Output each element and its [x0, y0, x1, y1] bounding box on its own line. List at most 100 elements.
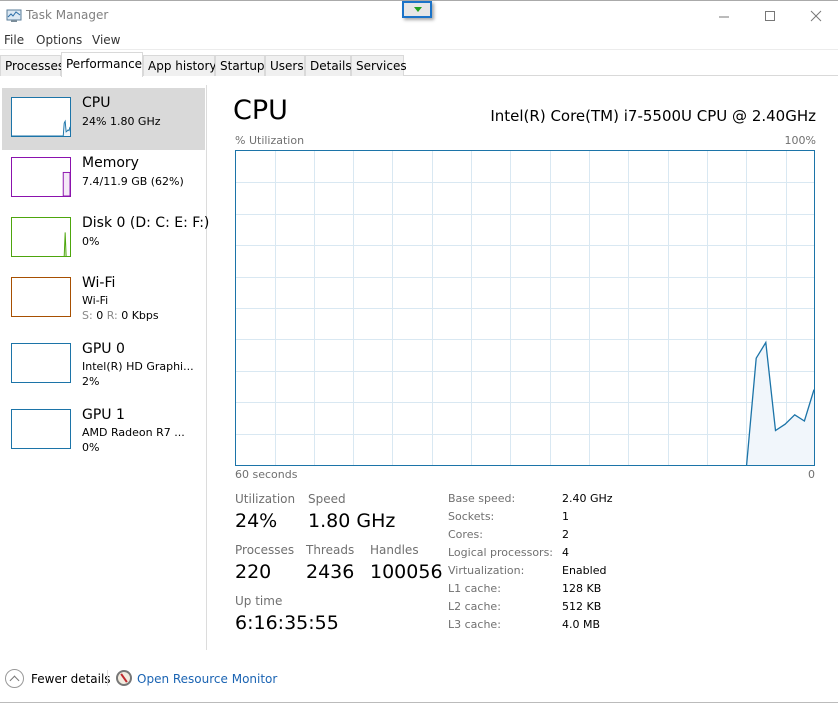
x-axis-end-label: 0 [808, 468, 815, 481]
sidebar-item-memory[interactable]: Memory 7.4/11.9 GB (62%) [2, 148, 205, 210]
resource-sidebar: CPU 24% 1.80 GHz Memory 7.4/11.9 GB (62%… [0, 85, 209, 650]
y-axis-label: % Utilization [235, 134, 305, 147]
handles-label: Handles [370, 543, 419, 557]
speed-value: 1.80 GHz [308, 510, 396, 532]
receive-value: 0 Kbps [121, 309, 159, 322]
cpu-utilization-area [746, 342, 814, 465]
memory-thumbnail-graph [11, 157, 71, 197]
fewer-details-button[interactable]: Fewer details [31, 672, 111, 686]
spec-value: Enabled [562, 564, 607, 577]
spec-value: 4.0 MB [562, 618, 601, 631]
spec-label: L2 cache: [448, 600, 501, 613]
sidebar-item-usage: 0% [82, 441, 100, 454]
sidebar-item-gpu-0[interactable]: GPU 0 Intel(R) HD Graphi... 2% [2, 334, 205, 400]
tab-performance[interactable]: Performance [61, 52, 143, 77]
disk-thumbnail-graph [11, 217, 71, 257]
spec-label: Cores: [448, 528, 483, 541]
menu-options[interactable]: Options [36, 33, 82, 47]
gpu0-thumbnail-graph [11, 343, 71, 383]
send-label: S: [82, 309, 93, 322]
threads-value: 2436 [306, 561, 355, 583]
sidebar-item-detail: AMD Radeon R7 ... [82, 426, 185, 439]
footer-bar: Fewer details Open Resource Monitor [0, 662, 838, 703]
menu-view[interactable]: View [92, 33, 120, 47]
utilization-label: Utilization [235, 492, 296, 506]
sidebar-item-wifi[interactable]: Wi-Fi Wi-Fi S: 0 R: 0 Kbps [2, 268, 205, 334]
cpu-thumbnail-graph [11, 97, 71, 137]
sidebar-item-title: Disk 0 (D: C: E: F:) [82, 215, 210, 231]
close-button[interactable] [796, 5, 836, 27]
tab-details[interactable]: Details [305, 55, 352, 76]
cpu-model-name: Intel(R) Core(TM) i7-5500U CPU @ 2.40GHz [490, 107, 816, 125]
spec-label: L3 cache: [448, 618, 501, 631]
sidebar-item-title: GPU 0 [82, 341, 125, 357]
spec-label: Virtualization: [448, 564, 525, 577]
spec-label: Base speed: [448, 492, 516, 505]
processes-value: 220 [235, 561, 272, 583]
spec-value: 128 KB [562, 582, 602, 595]
tab-app-history[interactable]: App history [143, 55, 217, 76]
utilization-value: 24% [235, 510, 278, 532]
sidebar-item-usage: 2% [82, 375, 100, 388]
threads-label: Threads [306, 543, 355, 557]
sidebar-item-title: Memory [82, 155, 139, 171]
handles-value: 100056 [370, 561, 443, 583]
sidebar-item-gpu-1[interactable]: GPU 1 AMD Radeon R7 ... 0% [2, 400, 205, 466]
processes-label: Processes [235, 543, 295, 557]
sidebar-item-detail: 24% 1.80 GHz [82, 115, 161, 128]
sidebar-item-disk[interactable]: Disk 0 (D: C: E: F:) 0% [2, 208, 209, 270]
menu-bar: File Options View [0, 31, 838, 50]
cpu-thumb-area [12, 121, 70, 136]
sidebar-item-detail: Wi-Fi [82, 294, 109, 307]
page-title: CPU [233, 95, 288, 126]
menu-file[interactable]: File [4, 33, 24, 47]
disk-thumb-spike [63, 232, 67, 256]
receive-label: R: [106, 309, 118, 322]
maximize-icon [765, 11, 775, 21]
sidebar-item-title: GPU 1 [82, 407, 125, 423]
wifi-throughput: S: 0 R: 0 Kbps [82, 309, 159, 322]
sidebar-item-detail: Intel(R) HD Graphi... [82, 360, 194, 373]
tab-startup[interactable]: Startup [215, 55, 265, 76]
minimize-button[interactable] [704, 5, 744, 27]
spec-value: 1 [562, 510, 569, 523]
maximize-button[interactable] [750, 5, 790, 27]
tab-users[interactable]: Users [265, 55, 305, 76]
close-icon [810, 10, 822, 22]
memory-thumb-area [62, 171, 70, 196]
spec-value: 512 KB [562, 600, 602, 613]
cpu-thumb-line [12, 119, 70, 136]
spec-value: 2.40 GHz [562, 492, 613, 505]
resource-monitor-icon [116, 670, 132, 686]
gpu1-thumbnail-graph [11, 409, 71, 449]
open-resource-monitor-link[interactable]: Open Resource Monitor [137, 672, 277, 686]
uptime-label: Up time [235, 594, 283, 608]
sidebar-item-detail: 7.4/11.9 GB (62%) [82, 175, 184, 188]
speed-label: Speed [308, 492, 346, 506]
sidebar-item-title: CPU [82, 95, 111, 111]
sidebar-item-cpu[interactable]: CPU 24% 1.80 GHz [2, 88, 205, 150]
send-value: 0 [96, 309, 104, 322]
tab-services[interactable]: Services [351, 55, 407, 76]
wifi-thumbnail-graph [11, 277, 71, 317]
caret-down-icon [414, 7, 422, 12]
spec-label: L1 cache: [448, 582, 501, 595]
tab-processes[interactable]: Processes [0, 55, 64, 76]
spec-value: 4 [562, 546, 569, 559]
chevron-up-icon[interactable] [5, 669, 24, 688]
tab-bar: Processes Performance App history Startu… [0, 51, 838, 77]
x-axis-label: 60 seconds [235, 468, 298, 481]
spec-label: Logical processors: [448, 546, 554, 559]
y-axis-max-label: 100% [784, 134, 816, 147]
cpu-utilization-chart [235, 150, 815, 466]
spec-value: 2 [562, 528, 569, 541]
footer-divider [107, 670, 108, 686]
task-manager-icon [6, 9, 22, 22]
window-title: Task Manager [26, 8, 109, 22]
uptime-value: 6:16:35:55 [235, 612, 339, 634]
minimize-icon [719, 16, 729, 18]
title-bar: Task Manager [0, 0, 838, 31]
spec-label: Sockets: [448, 510, 495, 523]
sidebar-item-detail: 0% [82, 235, 100, 248]
dropdown-button[interactable] [402, 1, 432, 18]
